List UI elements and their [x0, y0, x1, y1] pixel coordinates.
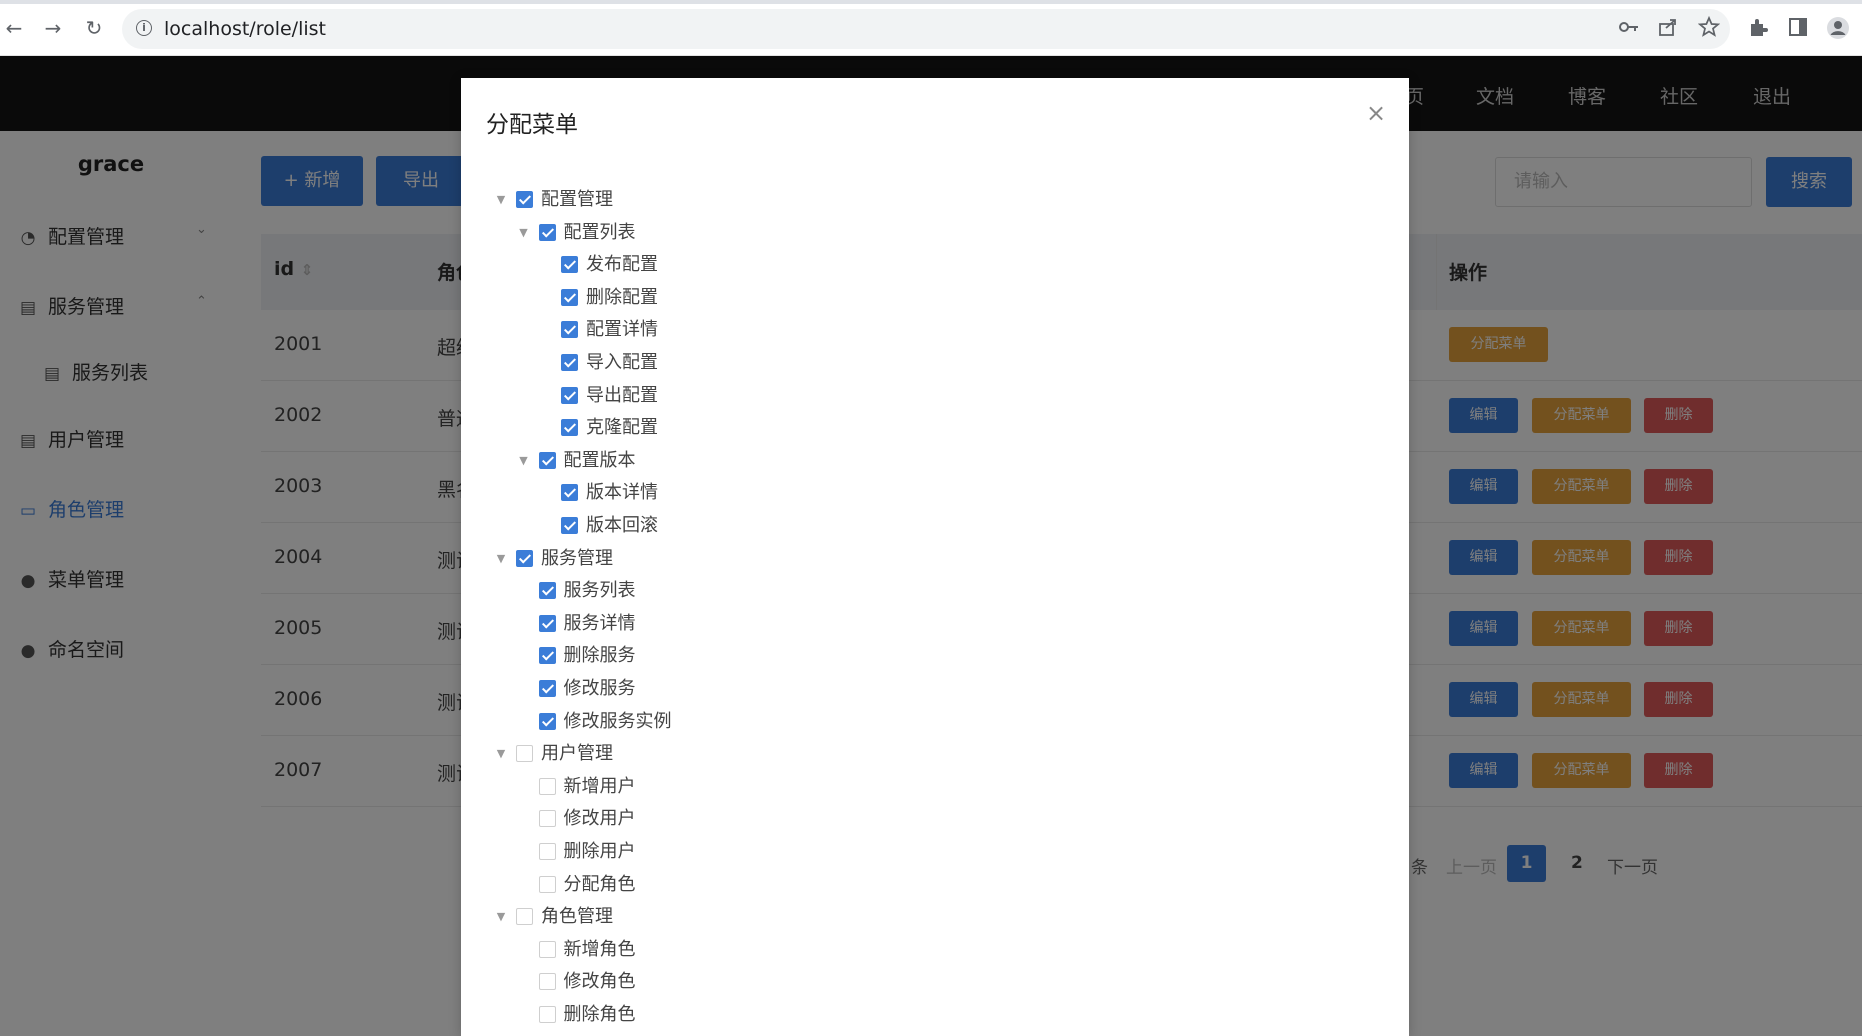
- browser-tab-strip: [0, 0, 1862, 4]
- url-text[interactable]: localhost/role/list: [164, 18, 326, 40]
- tree-node-label[interactable]: 新增用户: [564, 774, 636, 800]
- tree-checkbox[interactable]: [538, 843, 556, 860]
- expand-arrow-icon[interactable]: ▼: [518, 220, 530, 246]
- tree-checkbox[interactable]: [561, 484, 578, 501]
- star-icon[interactable]: [1697, 15, 1721, 40]
- extensions-icon[interactable]: [1746, 16, 1770, 40]
- tree-checkbox[interactable]: [538, 615, 556, 632]
- forward-icon[interactable]: →: [41, 16, 65, 40]
- tree-checkbox[interactable]: [538, 973, 556, 990]
- tree-checkbox[interactable]: [538, 876, 556, 893]
- back-icon[interactable]: ←: [2, 16, 26, 40]
- site-info-icon[interactable]: i: [136, 20, 152, 36]
- tree-node-label[interactable]: 新增角色: [564, 937, 636, 963]
- tree-node-label[interactable]: 配置管理: [541, 187, 613, 213]
- side-panel-icon[interactable]: [1786, 16, 1810, 40]
- tree-checkbox[interactable]: [538, 452, 556, 469]
- tree-checkbox[interactable]: [538, 224, 556, 241]
- tree-node-label[interactable]: 导出配置: [586, 383, 658, 409]
- tree-checkbox[interactable]: [538, 582, 556, 599]
- key-icon[interactable]: [1617, 16, 1641, 40]
- tree-node-label[interactable]: 删除用户: [564, 839, 636, 865]
- expand-arrow-icon[interactable]: ▼: [518, 448, 530, 474]
- tree-checkbox[interactable]: [561, 419, 578, 436]
- profile-icon[interactable]: [1826, 16, 1850, 40]
- reload-icon[interactable]: ↻: [82, 16, 106, 40]
- tree-node-label[interactable]: 服务管理: [541, 546, 613, 572]
- close-icon[interactable]: ×: [1366, 101, 1386, 125]
- tree-node-label[interactable]: 导入配置: [586, 350, 658, 376]
- tree-checkbox[interactable]: [516, 908, 533, 925]
- expand-arrow-icon[interactable]: ▼: [495, 904, 507, 930]
- tree-node-label[interactable]: 克隆配置: [586, 415, 658, 441]
- tree-checkbox[interactable]: [561, 387, 578, 404]
- tree-checkbox[interactable]: [538, 1006, 556, 1023]
- address-bar[interactable]: i localhost/role/list: [122, 9, 1730, 49]
- tree-checkbox[interactable]: [516, 191, 533, 208]
- tree-node-label[interactable]: 配置列表: [564, 220, 636, 246]
- tree-node-label[interactable]: 配置版本: [564, 448, 636, 474]
- tree-node-label[interactable]: 修改角色: [564, 969, 636, 995]
- expand-arrow-icon[interactable]: ▼: [495, 546, 507, 572]
- tree-node-label[interactable]: 删除配置: [586, 285, 658, 311]
- tree-node-label[interactable]: 用户管理: [541, 741, 613, 767]
- tree-node-label[interactable]: 删除角色: [564, 1002, 636, 1028]
- tree-checkbox[interactable]: [538, 680, 556, 697]
- tree-checkbox[interactable]: [516, 550, 533, 567]
- tree-checkbox[interactable]: [538, 647, 556, 664]
- expand-arrow-icon[interactable]: ▼: [495, 187, 507, 213]
- tree-checkbox[interactable]: [538, 713, 556, 730]
- tree-node-label[interactable]: 发布配置: [586, 252, 658, 278]
- tree-node-label[interactable]: 服务详情: [564, 611, 636, 637]
- tree-checkbox[interactable]: [561, 289, 578, 306]
- tree-checkbox[interactable]: [538, 941, 556, 958]
- browser-toolbar: ← → ↻ i localhost/role/list: [0, 0, 1862, 56]
- expand-arrow-icon[interactable]: ▼: [495, 741, 507, 767]
- tree-checkbox[interactable]: [538, 778, 556, 795]
- share-icon[interactable]: [1656, 16, 1680, 40]
- tree-node-label[interactable]: 修改服务实例: [564, 709, 672, 735]
- tree-checkbox[interactable]: [538, 810, 556, 827]
- tree-node-label[interactable]: 分配角色: [564, 872, 636, 898]
- tree-node-label[interactable]: 版本回滚: [586, 513, 658, 539]
- tree-checkbox[interactable]: [516, 745, 533, 762]
- tree-node-label[interactable]: 修改用户: [564, 806, 636, 832]
- dialog-title: 分配菜单: [486, 112, 578, 138]
- tree-checkbox[interactable]: [561, 354, 578, 371]
- tree-checkbox[interactable]: [561, 517, 578, 534]
- tree-node-label[interactable]: 删除服务: [564, 643, 636, 669]
- tree-node-label[interactable]: 服务列表: [564, 578, 636, 604]
- tree-node-label[interactable]: 修改服务: [564, 676, 636, 702]
- tree-node-label[interactable]: 角色管理: [541, 904, 613, 930]
- tree-node-label[interactable]: 版本详情: [586, 480, 658, 506]
- tree-checkbox[interactable]: [561, 321, 578, 338]
- tree-checkbox[interactable]: [561, 256, 578, 273]
- tree-node-label[interactable]: 配置详情: [586, 317, 658, 343]
